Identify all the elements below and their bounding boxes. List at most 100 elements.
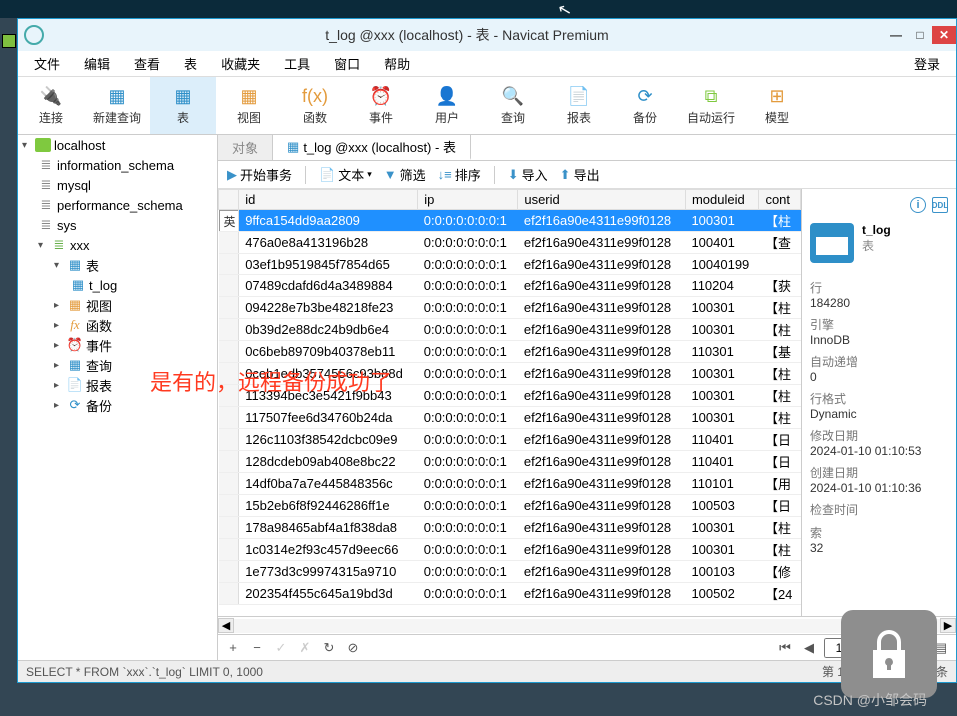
cell-id[interactable]: 117507fee6d34760b24da <box>239 407 418 429</box>
cell-ip[interactable]: 0:0:0:0:0:0:0:1 <box>418 407 518 429</box>
cell-userid[interactable]: ef2f16a90e4311e99f0128 <box>518 407 686 429</box>
cell-ip[interactable]: 0:0:0:0:0:0:0:1 <box>418 363 518 385</box>
cell-moduleid[interactable]: 110204 <box>685 275 759 297</box>
cell-userid[interactable]: ef2f16a90e4311e99f0128 <box>518 539 686 561</box>
cell-moduleid[interactable]: 100301 <box>685 319 759 341</box>
cell-ip[interactable]: 0:0:0:0:0:0:0:1 <box>418 561 518 583</box>
toolbar-视图[interactable]: ▦视图 <box>216 77 282 134</box>
cell-id[interactable]: 1c0314e2f93c457d9eec66 <box>239 539 418 561</box>
tree-db[interactable]: ≣information_schema <box>18 155 217 175</box>
table-row[interactable]: 0b39d2e88dc24b9db6e40:0:0:0:0:0:0:1ef2f1… <box>219 319 801 341</box>
cell-cont[interactable]: 【日 <box>759 495 801 517</box>
cell-moduleid[interactable]: 100401 <box>685 232 759 254</box>
import-button[interactable]: ⬇导入 <box>505 165 551 184</box>
cell-id[interactable]: 178a98465abf4a1f838da8 <box>239 517 418 539</box>
cell-userid[interactable]: ef2f16a90e4311e99f0128 <box>518 473 686 495</box>
cell-userid[interactable]: ef2f16a90e4311e99f0128 <box>518 429 686 451</box>
tree-tables[interactable]: ▾▦表 <box>18 255 217 275</box>
table-row[interactable]: 15b2eb6f8f92446286ff1e0:0:0:0:0:0:0:1ef2… <box>219 495 801 517</box>
table-row[interactable]: 113394bec3e5421f9bb430:0:0:0:0:0:0:1ef2f… <box>219 385 801 407</box>
close-button[interactable]: ✕ <box>932 26 956 44</box>
table-row[interactable]: 1c0314e2f93c457d9eec660:0:0:0:0:0:0:1ef2… <box>219 539 801 561</box>
cell-id[interactable]: 094228e7b3be48218fe23 <box>239 297 418 319</box>
column-header[interactable]: moduleid <box>685 190 759 210</box>
refresh-button[interactable]: ↻ <box>320 640 338 656</box>
cell-userid[interactable]: ef2f16a90e4311e99f0128 <box>518 561 686 583</box>
cell-cont[interactable]: 【柱 <box>759 385 801 407</box>
cell-cont[interactable]: 【用 <box>759 473 801 495</box>
cell-userid[interactable]: ef2f16a90e4311e99f0128 <box>518 275 686 297</box>
cell-cont[interactable]: 【24 <box>759 583 801 605</box>
minimize-button[interactable]: — <box>884 26 908 44</box>
export-button[interactable]: ⬆导出 <box>557 165 603 184</box>
cell-cont[interactable]: 【柱 <box>759 363 801 385</box>
ddl-icon[interactable]: DDL <box>932 197 948 213</box>
cell-cont[interactable]: 【日 <box>759 429 801 451</box>
table-row[interactable]: 07489cdafd6d4a34898840:0:0:0:0:0:0:1ef2f… <box>219 275 801 297</box>
tab-tlog[interactable]: ▦t_log @xxx (localhost) - 表 <box>273 135 471 160</box>
toolbar-表[interactable]: ▦表 <box>150 77 216 134</box>
toolbar-事件[interactable]: ⏰事件 <box>348 77 414 134</box>
cell-id[interactable]: 0b39d2e88dc24b9db6e4 <box>239 319 418 341</box>
cell-ip[interactable]: 0:0:0:0:0:0:0:1 <box>418 539 518 561</box>
toolbar-备份[interactable]: ⟳备份 <box>612 77 678 134</box>
stop-button[interactable]: ⊘ <box>344 640 362 656</box>
cell-userid[interactable]: ef2f16a90e4311e99f0128 <box>518 210 686 232</box>
cell-cont[interactable]: 【柱 <box>759 210 801 232</box>
table-row[interactable]: 03ef1b9519845f7854d650:0:0:0:0:0:0:1ef2f… <box>219 254 801 275</box>
cell-id[interactable]: 128dcdeb09ab408e8bc22 <box>239 451 418 473</box>
cell-id[interactable]: 03ef1b9519845f7854d65 <box>239 254 418 275</box>
cell-cont[interactable]: 【柱 <box>759 517 801 539</box>
cell-id[interactable]: 126c1103f38542dcbc09e9 <box>239 429 418 451</box>
table-row[interactable]: 0c6beb89709b40378eb110:0:0:0:0:0:0:1ef2f… <box>219 341 801 363</box>
table-row[interactable]: ▶英9ffca154dd9aa28090:0:0:0:0:0:0:1ef2f16… <box>219 210 801 232</box>
cell-id[interactable]: 113394bec3e5421f9bb43 <box>239 385 418 407</box>
tree-connection[interactable]: ▾localhost <box>18 135 217 155</box>
cell-id[interactable]: 0c6beb89709b40378eb11 <box>239 341 418 363</box>
cell-id[interactable]: 07489cdafd6d4a3489884 <box>239 275 418 297</box>
cell-moduleid[interactable]: 10040199 <box>685 254 759 275</box>
cell-userid[interactable]: ef2f16a90e4311e99f0128 <box>518 297 686 319</box>
cell-moduleid[interactable]: 100301 <box>685 297 759 319</box>
cell-ip[interactable]: 0:0:0:0:0:0:0:1 <box>418 275 518 297</box>
cell-cont[interactable]: 【修 <box>759 561 801 583</box>
toolbar-报表[interactable]: 📄报表 <box>546 77 612 134</box>
cell-cont[interactable] <box>759 254 801 275</box>
column-header[interactable]: userid <box>518 190 686 210</box>
tree-db[interactable]: ≣mysql <box>18 175 217 195</box>
cell-ip[interactable]: 0:0:0:0:0:0:0:1 <box>418 583 518 605</box>
table-row[interactable]: 14df0ba7a7e445848356c0:0:0:0:0:0:0:1ef2f… <box>219 473 801 495</box>
cell-userid[interactable]: ef2f16a90e4311e99f0128 <box>518 254 686 275</box>
cell-cont[interactable]: 【日 <box>759 451 801 473</box>
cell-id[interactable]: 9ffca154dd9aa2809 <box>239 210 418 232</box>
toolbar-查询[interactable]: 🔍查询 <box>480 77 546 134</box>
toolbar-自动运行[interactable]: ⧉自动运行 <box>678 77 744 134</box>
cell-moduleid[interactable]: 100301 <box>685 407 759 429</box>
menu-help[interactable]: 帮助 <box>372 54 422 73</box>
menu-window[interactable]: 窗口 <box>322 54 372 73</box>
cell-ip[interactable]: 0:0:0:0:0:0:0:1 <box>418 385 518 407</box>
titlebar[interactable]: t_log @xxx (localhost) - 表 - Navicat Pre… <box>18 19 956 51</box>
cell-ip[interactable]: 0:0:0:0:0:0:0:1 <box>418 495 518 517</box>
cell-moduleid[interactable]: 100503 <box>685 495 759 517</box>
table-row[interactable]: 126c1103f38542dcbc09e90:0:0:0:0:0:0:1ef2… <box>219 429 801 451</box>
scroll-right-button[interactable]: ▶ <box>940 618 956 633</box>
table-row[interactable]: 202354f455c645a19bd3d0:0:0:0:0:0:0:1ef2f… <box>219 583 801 605</box>
cell-userid[interactable]: ef2f16a90e4311e99f0128 <box>518 583 686 605</box>
tree-db[interactable]: ≣performance_schema <box>18 195 217 215</box>
toolbar-连接[interactable]: 🔌连接 <box>18 77 84 134</box>
cell-cont[interactable]: 【基 <box>759 341 801 363</box>
cell-id[interactable]: 14df0ba7a7e445848356c <box>239 473 418 495</box>
table-row[interactable]: 094228e7b3be48218fe230:0:0:0:0:0:0:1ef2f… <box>219 297 801 319</box>
cell-userid[interactable]: ef2f16a90e4311e99f0128 <box>518 319 686 341</box>
tree-db-xxx[interactable]: ▾≣xxx <box>18 235 217 255</box>
cell-ip[interactable]: 0:0:0:0:0:0:0:1 <box>418 473 518 495</box>
cell-id[interactable]: 0ceb1edb3574556c93b88d <box>239 363 418 385</box>
login-link[interactable]: 登录 <box>914 54 952 73</box>
cell-ip[interactable]: 0:0:0:0:0:0:0:1 <box>418 517 518 539</box>
cell-userid[interactable]: ef2f16a90e4311e99f0128 <box>518 517 686 539</box>
cell-moduleid[interactable]: 100301 <box>685 539 759 561</box>
cell-ip[interactable]: 0:0:0:0:0:0:0:1 <box>418 429 518 451</box>
tree-reports[interactable]: ▸📄报表 <box>18 375 217 395</box>
cell-id[interactable]: 476a0e8a413196b28 <box>239 232 418 254</box>
